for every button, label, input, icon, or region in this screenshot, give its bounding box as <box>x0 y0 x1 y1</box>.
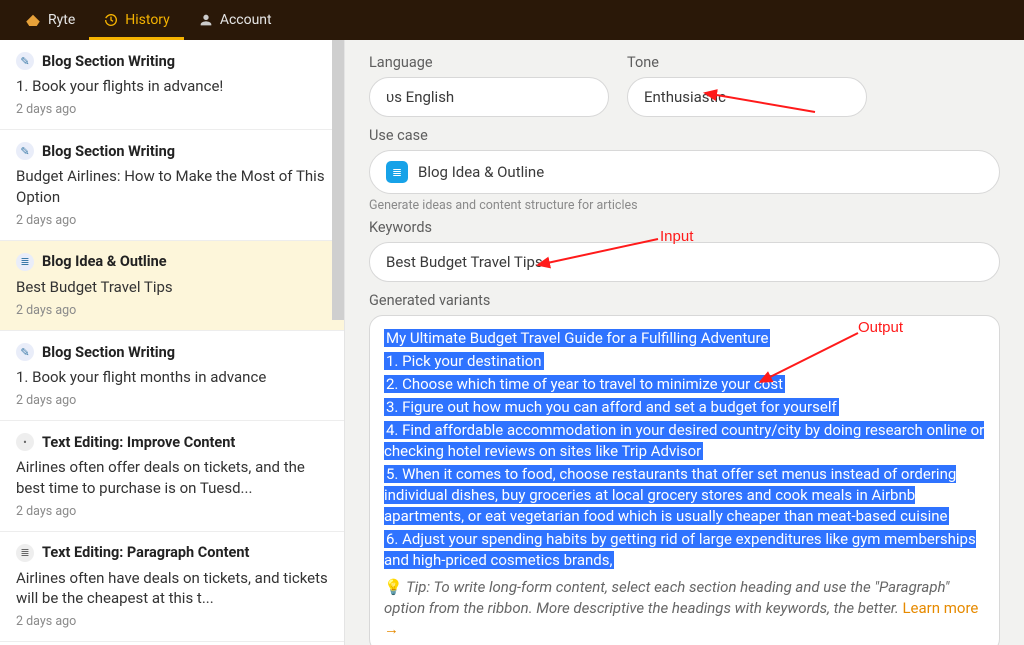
generated-variants[interactable]: My Ultimate Budget Travel Guide for a Fu… <box>369 315 1000 645</box>
history-item-preview: Airlines often offer deals on tickets, a… <box>16 457 328 498</box>
output-line[interactable]: 4. Find affordable accommodation in your… <box>384 421 984 460</box>
history-item-title: Blog Idea & Outline <box>42 253 167 270</box>
usecase-value: Blog Idea & Outline <box>418 163 544 181</box>
tone-label: Tone <box>627 54 867 71</box>
output-line[interactable]: 5. When it comes to food, choose restaur… <box>384 465 956 525</box>
history-item-preview: Budget Airlines: How to Make the Most of… <box>16 166 328 207</box>
history-item-time: 2 days ago <box>16 102 328 117</box>
history-item-title: Blog Section Writing <box>42 53 175 70</box>
usecase-help: Generate ideas and content structure for… <box>369 198 1000 213</box>
history-item-title: Text Editing: Paragraph Content <box>42 544 249 561</box>
output-line[interactable]: 2. Choose which time of year to travel t… <box>384 375 785 393</box>
tip-body: Tip: To write long-form content, select … <box>384 578 949 617</box>
history-item-time: 2 days ago <box>16 213 328 228</box>
history-item-title: Text Editing: Improve Content <box>42 434 235 451</box>
nav-history-label: History <box>125 12 170 28</box>
nav-brand[interactable]: Ryte <box>10 0 89 40</box>
tone-value: Enthusiastic <box>644 88 726 106</box>
main-panel: Language ᴜs English Tone Enthusiastic Us… <box>345 40 1024 645</box>
history-item-preview: 1. Book your flights in advance! <box>16 76 328 96</box>
document-icon: ≣ <box>386 161 408 183</box>
history-type-icon: ≣ <box>16 544 34 562</box>
keywords-input[interactable]: Best Budget Travel Tips <box>369 242 1000 282</box>
history-icon <box>103 12 119 28</box>
usecase-select[interactable]: ≣ Blog Idea & Outline <box>369 150 1000 194</box>
language-label: Language <box>369 54 609 71</box>
output-line[interactable]: My Ultimate Budget Travel Guide for a Fu… <box>384 329 770 347</box>
nav-brand-label: Ryte <box>48 12 75 28</box>
history-item-preview: 1. Book your flight months in advance <box>16 367 328 387</box>
history-item-time: 2 days ago <box>16 504 328 519</box>
language-select[interactable]: ᴜs English <box>369 77 609 117</box>
history-item[interactable]: ✎ Blog Section Writing 1. Book your flight… <box>0 331 344 421</box>
sidebar-scrollbar[interactable] <box>332 40 344 320</box>
history-item-preview: Airlines often have deals on tickets, an… <box>16 568 328 609</box>
history-item-title: Blog Section Writing <box>42 344 175 361</box>
lightbulb-icon: 💡 <box>384 578 403 596</box>
history-type-icon: ✎ <box>16 52 34 70</box>
history-item-time: 2 days ago <box>16 303 328 318</box>
keywords-label: Keywords <box>369 219 1000 236</box>
history-item[interactable]: ≣ Text Editing: Paragraph Content Airlines… <box>0 532 344 643</box>
history-item[interactable]: ✎ Blog Section Writing Budget Airlines: Ho… <box>0 130 344 241</box>
nav-account[interactable]: Account <box>184 0 286 40</box>
brand-icon <box>24 11 42 29</box>
history-item-time: 2 days ago <box>16 614 328 629</box>
history-type-icon: ✎ <box>16 343 34 361</box>
language-value: ᴜs English <box>386 88 454 106</box>
output-line[interactable]: 6. Adjust your spending habits by gettin… <box>384 530 976 569</box>
history-sidebar: ✎ Blog Section Writing 1. Book your flight… <box>0 40 345 645</box>
output-line[interactable]: 3. Figure out how much you can afford an… <box>384 398 839 416</box>
history-item[interactable]: • Text Editing: Improve Content Airlines o… <box>0 421 344 532</box>
history-item[interactable]: ✎ Blog Section Writing 1. Book your flight… <box>0 40 344 130</box>
nav-history[interactable]: History <box>89 0 184 40</box>
account-icon <box>198 12 214 28</box>
keywords-value: Best Budget Travel Tips <box>386 253 543 271</box>
history-item-time: 2 days ago <box>16 393 328 408</box>
usecase-label: Use case <box>369 127 1000 144</box>
variants-label: Generated variants <box>369 292 1000 309</box>
tip-text: 💡 Tip: To write long-form content, selec… <box>384 577 985 640</box>
history-item-title: Blog Section Writing <box>42 143 175 160</box>
history-type-icon: • <box>16 433 34 451</box>
nav-account-label: Account <box>220 12 272 28</box>
tone-select[interactable]: Enthusiastic <box>627 77 867 117</box>
history-item[interactable]: ≣ Blog Idea & Outline Best Budget Travel T… <box>0 241 344 331</box>
history-type-icon: ✎ <box>16 142 34 160</box>
history-item-preview: Best Budget Travel Tips <box>16 277 328 297</box>
history-type-icon: ≣ <box>16 253 34 271</box>
top-nav: Ryte History Account <box>0 0 1024 40</box>
output-line[interactable]: 1. Pick your destination <box>384 352 544 370</box>
